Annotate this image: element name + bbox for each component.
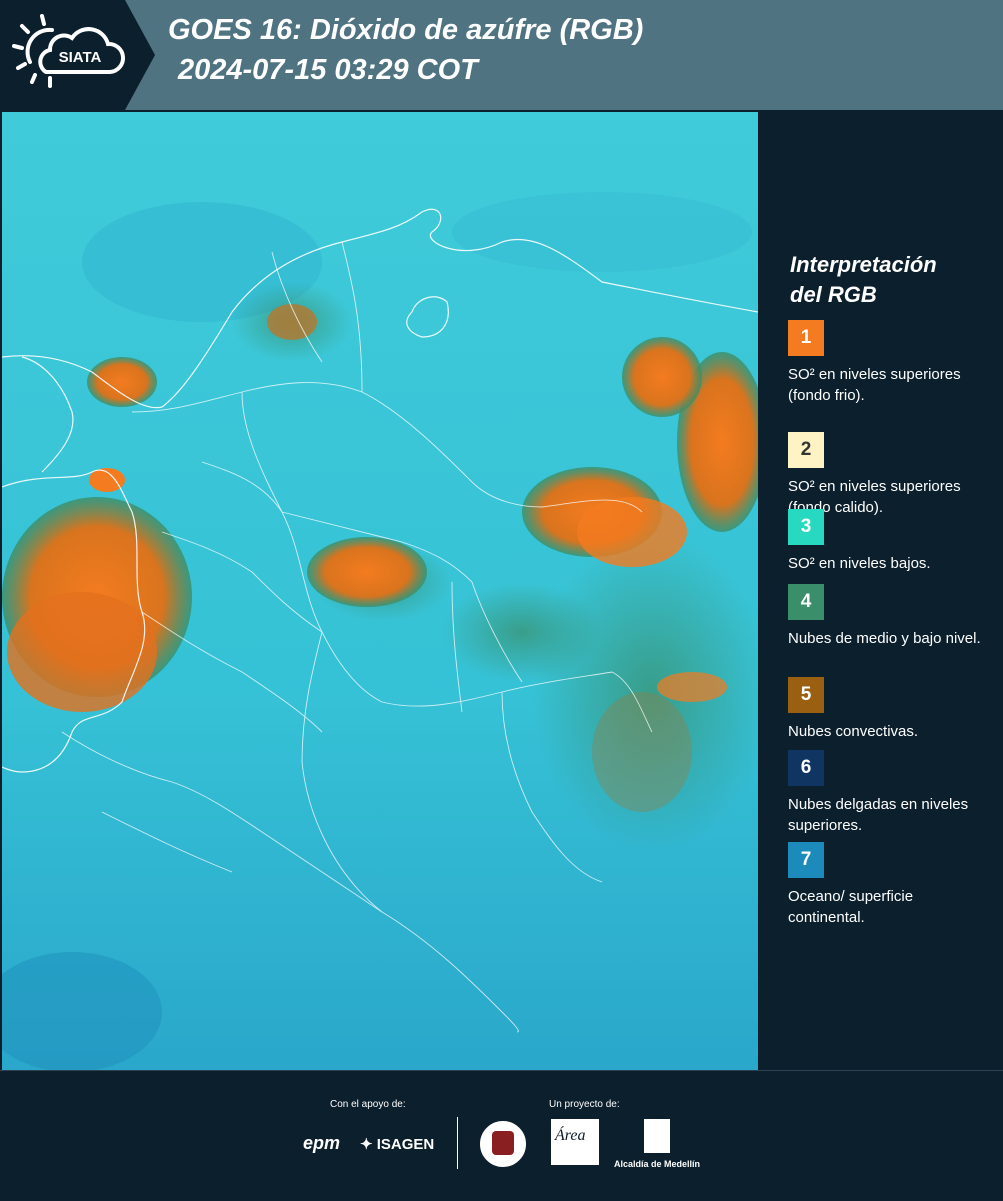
header-bar: SIATA GOES 16: Dióxido de azúfre (RGB) 2… bbox=[0, 0, 1003, 110]
epm-logo: epm bbox=[303, 1133, 341, 1153]
legend-title-line2: del RGB bbox=[790, 282, 877, 307]
legend-item: 3 SO² en niveles bajos. bbox=[788, 509, 993, 574]
project-label: Un proyecto de: bbox=[549, 1099, 620, 1110]
divider bbox=[457, 1117, 458, 1169]
legend-swatch: 3 bbox=[788, 509, 824, 545]
isagen-logo: ✦ ISAGEN bbox=[360, 1135, 434, 1153]
storm-cell bbox=[577, 497, 687, 567]
siata-logo: SIATA bbox=[0, 0, 155, 110]
storm-cell bbox=[657, 672, 727, 702]
legend-text: SO² en niveles superiores (fondo frio). bbox=[788, 366, 961, 404]
legend-swatch: 4 bbox=[788, 584, 824, 620]
legend-text: Nubes de medio y bajo nivel. bbox=[788, 630, 981, 647]
blue-patch bbox=[452, 192, 752, 272]
storm-cell bbox=[307, 537, 427, 607]
legend-item: 7 Oceano/ superficie continental. bbox=[788, 842, 993, 928]
product-title: GOES 16: Dióxido de azúfre (RGB) bbox=[168, 14, 644, 46]
legend-swatch: 6 bbox=[788, 750, 824, 786]
area-metropolitana-logo: Área bbox=[551, 1119, 599, 1165]
legend-swatch: 2 bbox=[788, 432, 824, 468]
product-timestamp: 2024-07-15 03:29 COT bbox=[178, 54, 478, 86]
legend-item: 4 Nubes de medio y bajo nivel. bbox=[788, 584, 993, 649]
legend-text: SO² en niveles bajos. bbox=[788, 555, 931, 572]
isagen-text: ISAGEN bbox=[376, 1136, 435, 1153]
legend-item: 6 Nubes delgadas en niveles superiores. bbox=[788, 750, 993, 836]
legend-swatch: 5 bbox=[788, 677, 824, 713]
alcaldia-caption: Alcaldía de Medellín bbox=[614, 1159, 701, 1169]
satellite-map bbox=[2, 112, 758, 1070]
legend-text: Nubes convectivas. bbox=[788, 723, 919, 740]
medellin-seal-icon bbox=[478, 1119, 528, 1169]
legend-panel: Interpretación del RGB 1 SO² en niveles s… bbox=[762, 112, 1003, 1070]
legend-item: 5 Nubes convectivas. bbox=[788, 677, 993, 742]
support-label: Con el apoyo de: bbox=[330, 1099, 406, 1110]
footer: Con el apoyo de: Un proyecto de: epm ✦ I… bbox=[0, 1070, 1003, 1201]
storm-cell bbox=[622, 337, 702, 417]
legend-swatch: 7 bbox=[788, 842, 824, 878]
legend-item: 1 SO² en niveles superiores (fondo frio). bbox=[788, 320, 993, 406]
cloud-green bbox=[442, 582, 602, 682]
alcaldia-shield-icon bbox=[644, 1119, 670, 1153]
legend-text: Nubes delgadas en niveles superiores. bbox=[788, 796, 969, 834]
legend-text: Oceano/ superficie continental. bbox=[788, 888, 914, 926]
legend-title-line1: Interpretación bbox=[790, 252, 937, 277]
logo-text: SIATA bbox=[59, 49, 102, 66]
legend-swatch: 1 bbox=[788, 320, 824, 356]
storm-cell bbox=[87, 357, 157, 407]
storm-cell bbox=[7, 592, 157, 712]
legend-title: Interpretación del RGB bbox=[790, 250, 937, 310]
isagen-icon: ✦ bbox=[360, 1136, 373, 1153]
legend-item: 2 SO² en niveles superiores (fondo calido… bbox=[788, 432, 993, 518]
